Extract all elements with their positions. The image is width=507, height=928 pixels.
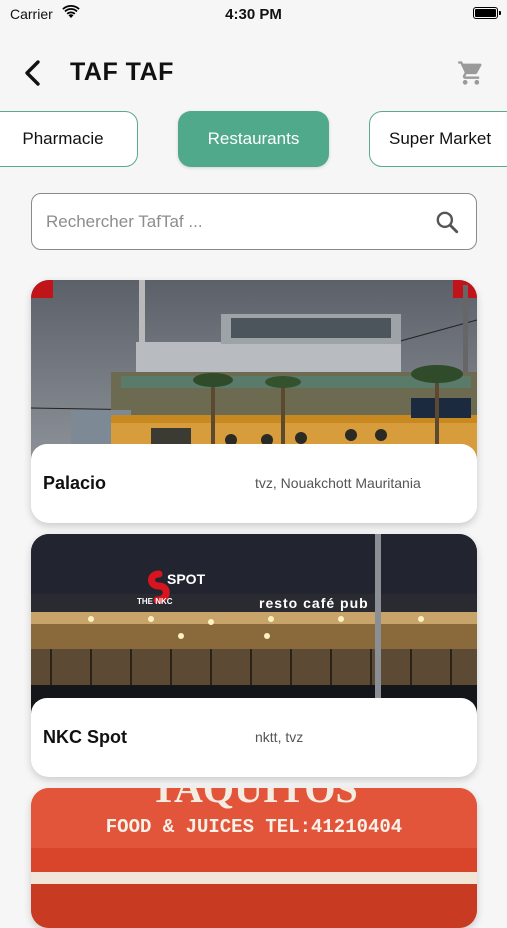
restaurant-name: Palacio	[43, 472, 107, 493]
restaurant-card[interactable]: THE NKC SPOT resto café pub NKC Spot nkt…	[31, 534, 477, 777]
tab-label: Restaurants	[207, 129, 300, 148]
tab-pharmacie[interactable]: Pharmacie	[0, 111, 138, 167]
battery-icon	[473, 7, 501, 19]
restaurant-location: tvz, Nouakchott Mauritania	[255, 475, 421, 491]
clock: 4:30 PM	[225, 6, 282, 23]
tab-label: Super Market	[389, 129, 492, 148]
sign-taquitos: TAQUITOS	[150, 788, 357, 811]
restaurant-photo	[31, 280, 477, 465]
status-bar: Carrier 4:30 PM	[0, 0, 507, 28]
restaurant-card[interactable]: Palacio tvz, Nouakchott Mauritania	[31, 280, 477, 523]
restaurant-card[interactable]: TAQUITOS FOOD & JUICES TEL:41210404	[31, 788, 477, 928]
search-icon[interactable]	[434, 209, 460, 235]
restaurant-photo: TAQUITOS FOOD & JUICES TEL:41210404	[31, 788, 477, 928]
chevron-left-icon[interactable]	[18, 58, 48, 88]
sign-resto-cafe-pub: resto café pub	[259, 595, 369, 611]
tab-restaurants[interactable]: Restaurants	[178, 111, 329, 167]
search-bar[interactable]	[31, 193, 477, 250]
restaurant-photo: THE NKC SPOT resto café pub	[31, 534, 477, 719]
restaurant-info: Palacio tvz, Nouakchott Mauritania	[31, 444, 477, 522]
sign-spot: SPOT	[167, 571, 206, 587]
restaurant-name: NKC Spot	[43, 726, 127, 747]
search-input[interactable]	[44, 194, 428, 250]
page-title: TAF TAF	[70, 58, 174, 86]
tab-label: Pharmacie	[22, 129, 104, 148]
restaurant-info: NKC Spot nktt, tvz	[31, 698, 477, 776]
sign-the-nkc: THE NKC	[137, 597, 173, 606]
restaurant-location: nktt, tvz	[255, 729, 304, 745]
tab-super-market[interactable]: Super Market	[369, 111, 507, 167]
shopping-cart-icon[interactable]	[456, 59, 486, 87]
sign-food-juices: FOOD & JUICES TEL:41210404	[106, 816, 402, 838]
